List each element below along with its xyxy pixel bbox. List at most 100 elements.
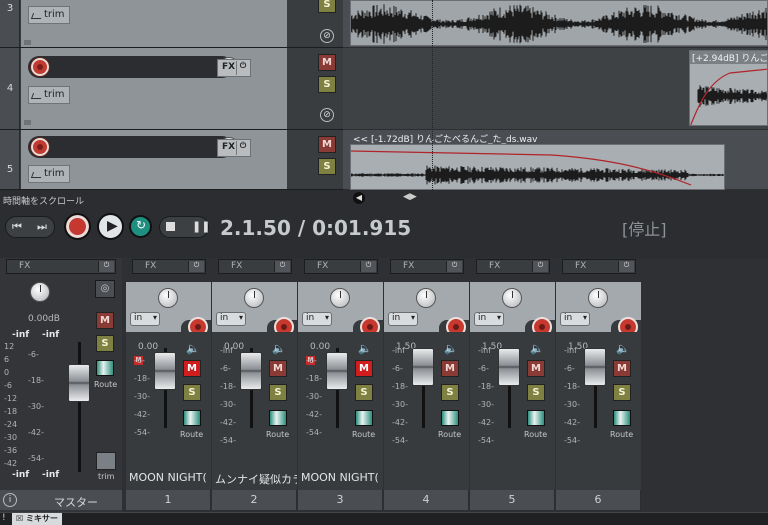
trim-icon[interactable] (96, 452, 116, 470)
fx-button[interactable]: FX ⏻ (390, 259, 464, 274)
master-fx-button[interactable]: FX ⏻ (6, 259, 116, 274)
phase-icon[interactable]: ⊘ (320, 29, 334, 43)
info-icon[interactable]: i (3, 493, 17, 507)
media-item[interactable]: [+2.94dB] りんご (689, 50, 768, 126)
scroll-left-icon[interactable]: ◀ (353, 192, 365, 204)
route-icon[interactable] (527, 410, 545, 426)
power-icon[interactable]: ⏻ (188, 261, 204, 272)
volume-fader[interactable] (584, 348, 606, 386)
track-name[interactable] (384, 468, 469, 488)
folder-icon[interactable] (24, 120, 31, 125)
pan-knob[interactable] (158, 288, 178, 308)
media-item[interactable] (350, 144, 725, 190)
trim-button[interactable]: trim (28, 86, 70, 104)
mute-button[interactable]: M (441, 360, 459, 377)
track-name[interactable]: MOON NIGHT( (298, 468, 383, 488)
pan-knob[interactable] (502, 288, 522, 308)
solo-button[interactable]: S (318, 158, 336, 175)
mute-button[interactable]: M (318, 136, 336, 153)
mixer-tab[interactable]: ☒ ミキサー (12, 513, 62, 525)
go-to-end-icon[interactable]: ⏭ (37, 220, 47, 234)
track-name[interactable]: MOON NIGHT( (126, 468, 211, 488)
media-item[interactable] (350, 0, 768, 46)
route-icon[interactable] (355, 410, 373, 426)
track-row[interactable]: 3 trim S ⊘ (0, 0, 343, 48)
route-icon[interactable] (183, 410, 201, 426)
solo-button[interactable]: S (318, 0, 336, 13)
volume-fader[interactable] (412, 348, 434, 386)
track-lane[interactable] (343, 0, 768, 48)
input-select[interactable]: in (560, 312, 590, 326)
mute-button[interactable]: M (527, 360, 545, 377)
arrange-view[interactable]: [+2.94dB] りんご << [-1.72dB] りんごたべるんご_た_ds… (343, 0, 768, 190)
pause-button[interactable]: ❚❚ (192, 220, 210, 233)
track-name-bar[interactable] (28, 56, 239, 78)
solo-button[interactable]: S (355, 384, 373, 401)
repeat-button[interactable]: ↻ (129, 215, 152, 238)
time-display[interactable]: 2.1.50 / 0:01.915 (220, 216, 411, 240)
track-name-bar[interactable] (28, 136, 239, 158)
speaker-icon[interactable]: 🔈 (616, 342, 630, 355)
master-pan-knob[interactable] (30, 282, 50, 302)
input-select[interactable]: in (130, 312, 160, 326)
mute-button[interactable]: M (269, 360, 287, 377)
master-mute-button[interactable]: M (96, 312, 114, 329)
fx-button[interactable]: FX ⏻ (304, 259, 378, 274)
input-select[interactable]: in (388, 312, 418, 326)
speaker-icon[interactable]: 🔈 (530, 342, 544, 355)
mute-button[interactable]: M (183, 360, 201, 377)
solo-button[interactable]: S (613, 384, 631, 401)
speaker-icon[interactable]: 🔈 (272, 342, 286, 355)
fx-button[interactable]: FX ⏻ (217, 139, 251, 157)
mute-button[interactable]: M (613, 360, 631, 377)
mute-button[interactable]: M (355, 360, 373, 377)
volume-fader[interactable] (498, 348, 520, 386)
record-arm-button[interactable] (31, 138, 49, 156)
fx-button[interactable]: FX ⏻ (132, 259, 206, 274)
record-button[interactable] (64, 213, 91, 240)
pan-knob[interactable] (588, 288, 608, 308)
route-icon[interactable] (269, 410, 287, 426)
fx-button[interactable]: FX ⏻ (217, 59, 251, 77)
solo-button[interactable]: S (441, 384, 459, 401)
track-lane[interactable]: [+2.94dB] りんご (343, 48, 768, 130)
volume-fader[interactable] (326, 352, 348, 390)
fx-button[interactable]: FX ⏻ (476, 259, 550, 274)
track-name[interactable]: ムンナイ疑似カラ (212, 468, 297, 488)
track-name[interactable] (470, 468, 555, 488)
folder-icon[interactable] (24, 40, 31, 45)
input-select[interactable]: in (216, 312, 246, 326)
power-icon[interactable]: ⏻ (236, 61, 249, 75)
power-icon[interactable]: ⏻ (360, 261, 376, 272)
fx-button[interactable]: FX ⏻ (218, 259, 292, 274)
power-icon[interactable]: ⏻ (274, 261, 290, 272)
pan-knob[interactable] (244, 288, 264, 308)
route-icon[interactable] (613, 410, 631, 426)
master-route-icon[interactable] (96, 360, 114, 376)
track-name[interactable] (556, 468, 641, 488)
close-icon[interactable]: ☒ (16, 514, 26, 523)
power-icon[interactable]: ⏻ (236, 141, 249, 155)
trim-button[interactable]: trim (28, 6, 70, 24)
power-icon[interactable]: ⏻ (618, 261, 634, 272)
power-icon[interactable]: ⏻ (532, 261, 548, 272)
master-solo-button[interactable]: S (96, 335, 114, 352)
pan-knob[interactable] (416, 288, 436, 308)
master-fader[interactable] (68, 364, 90, 402)
volume-fader[interactable] (240, 352, 262, 390)
record-arm-button[interactable] (31, 58, 49, 76)
solo-button[interactable]: S (269, 384, 287, 401)
pan-knob[interactable] (330, 288, 350, 308)
track-row[interactable]: 5 FX ⏻ trim M S (0, 130, 343, 190)
input-select[interactable]: in (302, 312, 332, 326)
track-row[interactable]: 4 FX ⏻ trim M S ⊘ (0, 48, 343, 130)
power-icon[interactable]: ⏻ (446, 261, 462, 272)
go-to-start-icon[interactable]: ⏮ (12, 220, 22, 234)
speaker-icon[interactable]: 🔈 (444, 342, 458, 355)
phase-icon[interactable]: ⊘ (320, 108, 334, 122)
track-lane[interactable]: << [-1.72dB] りんごたべるんご_た_ds.wav (343, 130, 768, 190)
solo-button[interactable]: S (183, 384, 201, 401)
speaker-icon[interactable]: 🔈 (358, 342, 372, 355)
trim-button[interactable]: trim (28, 165, 70, 183)
mono-stereo-icon[interactable]: ◎ (95, 280, 115, 298)
